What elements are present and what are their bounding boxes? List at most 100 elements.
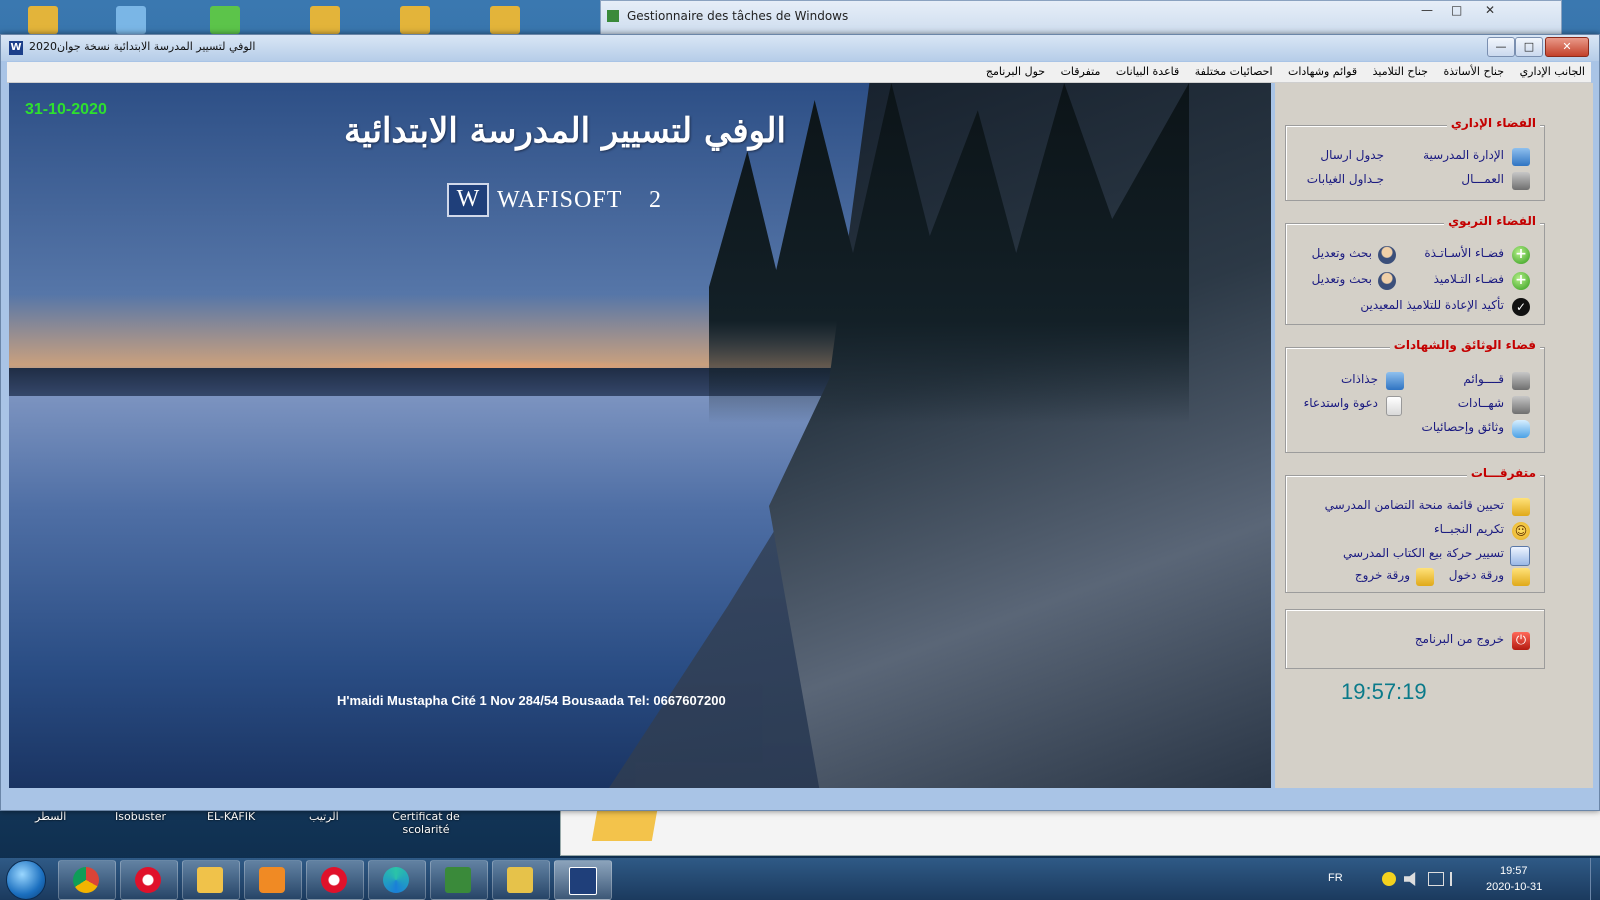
desktop-label[interactable]: Certificat de scolarité — [381, 810, 471, 836]
menu-admin[interactable]: الجانب الإداري — [1514, 62, 1591, 78]
check-icon: ✓ — [1512, 298, 1530, 316]
background-explorer-window[interactable] — [560, 805, 1600, 856]
solidarity-grant-link[interactable]: تحيين قائمة منحة التضامن المدرسي — [1325, 498, 1504, 512]
taskbar: FR 19:57 2020-10-31 — [0, 858, 1600, 900]
window-title: الوفي لتسيير المدرسة الابتدائية نسخة جوا… — [29, 40, 256, 53]
power-icon[interactable]: ⏻ — [1512, 632, 1530, 650]
folder-icon[interactable] — [310, 6, 340, 34]
workers-icon — [1512, 172, 1530, 190]
dispatch-table-link[interactable]: جدول ارسال — [1320, 148, 1384, 162]
brand-version: 2 — [649, 187, 661, 213]
workers-link[interactable]: العمـــال — [1461, 172, 1504, 186]
scholarship-icon — [1512, 498, 1530, 516]
teachers-space-link[interactable]: فضـاء الأسـاتـذة — [1424, 246, 1504, 260]
maximize-button[interactable]: □ — [1451, 3, 1462, 17]
group-title: فضاء الوثائق والشهادات — [1389, 338, 1540, 352]
app-logo-icon[interactable]: W — [9, 41, 23, 55]
desktop-icons-row — [20, 0, 580, 35]
stats-icon — [1512, 420, 1530, 438]
flag-icon[interactable] — [1450, 872, 1464, 886]
document-icon — [1386, 396, 1402, 416]
menu-about[interactable]: حول البرنامج — [980, 62, 1051, 78]
folder-icon[interactable] — [400, 6, 430, 34]
language-indicator[interactable]: FR — [1328, 872, 1343, 884]
close-button[interactable]: ✕ — [1485, 3, 1495, 17]
student-search-edit-link[interactable]: بحث وتعديل — [1312, 272, 1372, 286]
menu-statistics[interactable]: احصائيات مختلفة — [1189, 62, 1279, 78]
honor-students-link[interactable]: تكريم النجبــاء — [1434, 522, 1504, 536]
taskbar-task-manager[interactable] — [430, 860, 488, 900]
start-button[interactable] — [6, 860, 46, 900]
desktop-label[interactable]: Isobuster — [115, 810, 166, 823]
teacher-search-edit-link[interactable]: بحث وتعديل — [1312, 246, 1372, 260]
opera-icon — [321, 867, 347, 893]
edge-icon — [383, 867, 409, 893]
menu-bar: الجانب الإداري جناح الأساتذة جناح التلام… — [7, 62, 1591, 83]
app-icon[interactable] — [116, 6, 146, 34]
taskbar-edge[interactable] — [368, 860, 426, 900]
minimize-button[interactable]: — — [1421, 3, 1433, 17]
volume-icon[interactable] — [1404, 872, 1416, 886]
menu-misc[interactable]: متفرقات — [1055, 62, 1107, 78]
taskbar-opera[interactable] — [120, 860, 178, 900]
task-manager-title: Gestionnaire des tâches de Windows — [627, 9, 849, 23]
menu-teachers[interactable]: جناح الأساتذة — [1437, 62, 1510, 78]
close-button[interactable]: ✕ — [1545, 37, 1589, 57]
cards-link[interactable]: جذاذات — [1341, 372, 1378, 386]
tray-date[interactable]: 2020-10-31 — [1486, 881, 1542, 893]
folder-icon[interactable] — [28, 6, 58, 34]
app-heading: الوفي لتسيير المدرسة الابتدائية — [344, 111, 786, 151]
students-space-link[interactable]: فضـاء التـلاميذ — [1434, 272, 1504, 286]
side-panel: الفضاء الإداري الإدارة المدرسية جدول ارس… — [1275, 83, 1593, 788]
maximize-button[interactable]: □ — [1515, 37, 1543, 57]
desktop-label[interactable]: السطر — [35, 810, 66, 823]
display-icon[interactable] — [1428, 872, 1444, 886]
menu-students[interactable]: جناح التلاميذ — [1367, 62, 1434, 78]
folder-icon[interactable] — [490, 6, 520, 34]
app-window: W الوفي لتسيير المدرسة الابتدائية نسخة ج… — [0, 34, 1600, 811]
clock: 19:57:19 — [1341, 679, 1427, 704]
app-icon[interactable] — [210, 6, 240, 34]
confirm-repeaters-link[interactable]: تأكيد الإعادة للتلاميذ المعيدين — [1360, 298, 1504, 312]
absence-tables-link[interactable]: جـداول الغيابات — [1307, 172, 1384, 186]
taskbar-explorer[interactable] — [182, 860, 240, 900]
add-teacher-icon[interactable]: + — [1512, 246, 1530, 264]
book-sales-link[interactable]: تسيير حركة بيع الكتاب المدرسي — [1343, 546, 1504, 560]
wafisoft-logo-icon: W — [447, 183, 489, 217]
exit-slip-link[interactable]: ورقة خروج — [1355, 568, 1410, 582]
documents-stats-link[interactable]: وثائق وإحصائيات — [1422, 420, 1504, 434]
invitation-link[interactable]: دعوة واستدعاء — [1304, 396, 1378, 410]
add-student-icon[interactable]: + — [1512, 272, 1530, 290]
task-manager-icon — [607, 10, 619, 22]
taskbar-chrome[interactable] — [58, 860, 116, 900]
exit-program-link[interactable]: خروج من البرنامج — [1415, 632, 1504, 646]
tray-time[interactable]: 19:57 — [1500, 865, 1528, 877]
group-title: الفضاء التربوي — [1444, 214, 1540, 228]
desktop-label[interactable]: الرتيب — [309, 810, 339, 823]
wafisoft-logo-icon — [569, 867, 597, 895]
smiley-icon: ☺ — [1512, 522, 1530, 540]
documents-group: فضاء الوثائق والشهادات قــــوائم جذاذات … — [1285, 338, 1545, 453]
school-admin-link[interactable]: الإدارة المدرسية — [1423, 148, 1504, 162]
title-bar[interactable]: W الوفي لتسيير المدرسة الابتدائية نسخة ج… — [1, 35, 1599, 61]
cards-icon — [1386, 372, 1404, 390]
taskbar-app-7[interactable] — [492, 860, 550, 900]
desktop-labels: السطر Isobuster EL-KAFIK الرتيب Certific… — [15, 810, 555, 850]
desktop-label[interactable]: EL-KAFIK — [207, 810, 255, 823]
minimize-button[interactable]: — — [1487, 37, 1515, 57]
taskbar-media[interactable] — [244, 860, 302, 900]
taskbar-wafisoft[interactable] — [554, 860, 612, 900]
folder-icon — [1512, 568, 1530, 586]
lists-icon — [1512, 372, 1530, 390]
menu-database[interactable]: قاعدة البيانات — [1110, 62, 1185, 78]
network-icon[interactable] — [1382, 872, 1396, 886]
chrome-icon — [73, 867, 99, 893]
certificates-link[interactable]: شهــادات — [1458, 396, 1504, 410]
group-title: متفرقـــات — [1466, 466, 1540, 480]
certificates-icon — [1512, 396, 1530, 414]
menu-lists-certificates[interactable]: قوائم وشهادات — [1282, 62, 1363, 78]
entry-slip-link[interactable]: ورقة دخول — [1449, 568, 1504, 582]
taskbar-opera-2[interactable] — [306, 860, 364, 900]
lists-link[interactable]: قــــوائم — [1463, 372, 1504, 386]
show-desktop-button[interactable] — [1590, 858, 1600, 900]
